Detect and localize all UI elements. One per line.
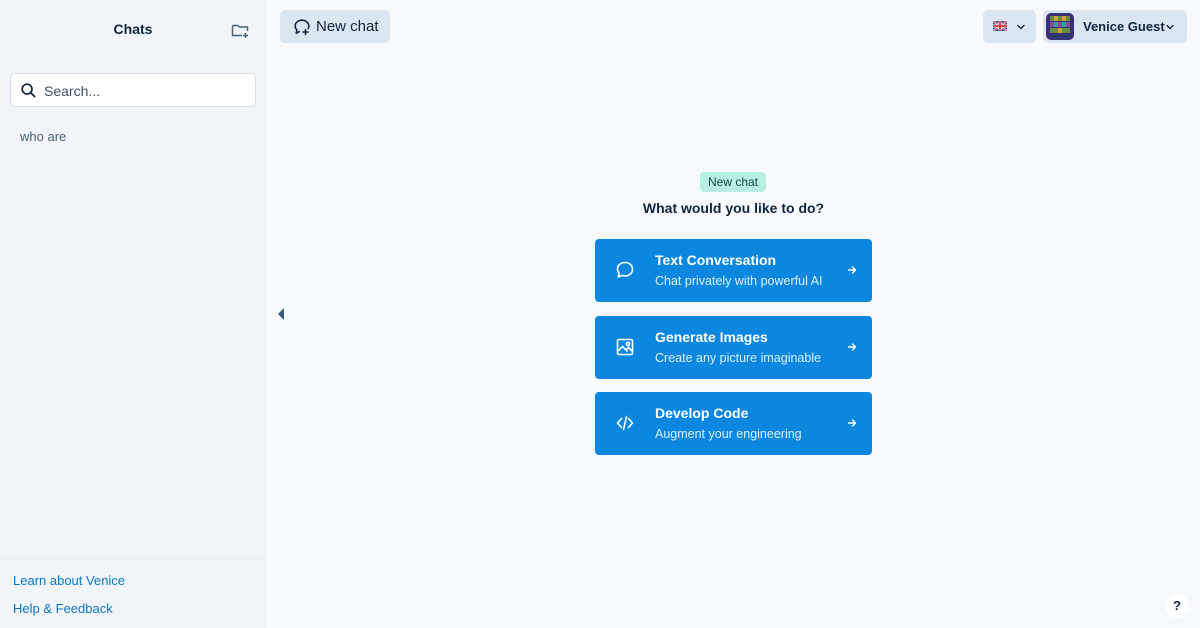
new-chat-icon bbox=[294, 19, 310, 36]
search-input[interactable] bbox=[44, 80, 244, 102]
card-title: Generate Images bbox=[655, 329, 768, 345]
user-name: Venice Guest bbox=[1083, 19, 1165, 34]
help-feedback-link[interactable]: Help & Feedback bbox=[13, 601, 113, 616]
card-title: Develop Code bbox=[655, 405, 749, 421]
collapse-sidebar-icon[interactable] bbox=[276, 307, 286, 321]
new-chat-button[interactable]: New chat bbox=[280, 10, 390, 43]
search-icon bbox=[21, 83, 36, 98]
help-button[interactable]: ? bbox=[1165, 594, 1189, 618]
chevron-down-icon bbox=[1017, 24, 1025, 30]
uk-flag-icon bbox=[993, 21, 1007, 31]
prompt-heading: What would you like to do? bbox=[642, 200, 825, 216]
card-title: Text Conversation bbox=[655, 252, 777, 268]
text-conversation-card[interactable]: Text Conversation Chat privately with po… bbox=[595, 239, 872, 302]
code-icon bbox=[616, 415, 634, 431]
develop-code-card[interactable]: Develop Code Augment your engineering bbox=[595, 392, 872, 455]
sidebar-footer: Learn about Venice Help & Feedback bbox=[0, 558, 266, 628]
sidebar-title: Chats bbox=[113, 21, 153, 37]
arrow-right-icon bbox=[847, 266, 857, 274]
new-chat-badge: New chat bbox=[700, 172, 766, 192]
image-icon bbox=[616, 338, 634, 356]
chat-list-item[interactable]: who are bbox=[20, 129, 66, 144]
card-subtitle: Create any picture imaginable bbox=[655, 351, 822, 365]
avatar bbox=[1046, 13, 1074, 40]
card-subtitle: Chat privately with powerful AI bbox=[655, 274, 823, 288]
learn-about-link[interactable]: Learn about Venice bbox=[13, 573, 125, 588]
chat-bubble-icon bbox=[616, 261, 634, 278]
user-menu-button[interactable]: Venice Guest bbox=[1043, 10, 1187, 43]
chevron-down-icon bbox=[1166, 24, 1174, 30]
arrow-right-icon bbox=[847, 343, 857, 351]
search-box bbox=[10, 73, 256, 107]
new-chat-label: New chat bbox=[316, 18, 379, 35]
new-folder-icon[interactable] bbox=[230, 20, 250, 40]
sidebar: Chats who are Learn about Venice Help & … bbox=[0, 0, 266, 628]
arrow-right-icon bbox=[847, 419, 857, 427]
card-subtitle: Augment your engineering bbox=[655, 427, 802, 441]
language-selector[interactable] bbox=[983, 10, 1036, 43]
sidebar-header: Chats bbox=[0, 0, 266, 60]
generate-images-card[interactable]: Generate Images Create any picture imagi… bbox=[595, 316, 872, 379]
